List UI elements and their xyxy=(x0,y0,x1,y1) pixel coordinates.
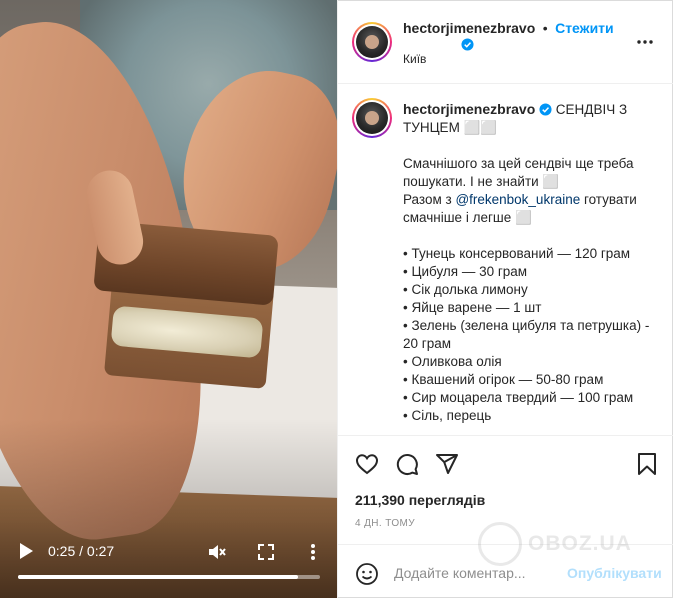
post-comment-button[interactable]: Опублікувати xyxy=(567,565,662,581)
ingredient-item: • Яйце варене — 1 шт xyxy=(403,300,542,315)
avatar[interactable] xyxy=(352,22,392,62)
action-bar xyxy=(338,446,673,482)
video-progress-bar[interactable] xyxy=(18,575,320,579)
ingredient-item: • Тунець консервований — 120 грам xyxy=(403,246,631,261)
ingredient-item: • Сік долька лимону xyxy=(403,282,528,297)
more-horizontal-icon[interactable] xyxy=(636,33,654,51)
watermark-text: OBOZ.UA xyxy=(528,532,632,555)
fullscreen-icon[interactable] xyxy=(256,542,276,562)
video-player[interactable]: 0:25 / 0:27 xyxy=(0,0,337,598)
watermark-logo xyxy=(478,522,522,566)
header-user-line: hectorjimenezbravo • Стежити xyxy=(403,20,614,38)
caption-username[interactable]: hectorjimenezbravo xyxy=(403,101,535,117)
mention-link[interactable]: @frekenbok_ukraine xyxy=(455,192,580,207)
comment-icon[interactable] xyxy=(395,452,419,476)
caption-text: hectorjimenezbravo СЕНДВІЧ З ТУНЦЕМ ⬜⬜ С… xyxy=(403,100,665,425)
share-icon[interactable] xyxy=(435,452,459,476)
mute-icon[interactable] xyxy=(206,542,226,562)
caption-paragraph-1: Смачнішого за цей сендвіч ще треба пошук… xyxy=(403,156,634,189)
ingredient-item: • Зелень (зелена цибуля та петрушка) - 2… xyxy=(403,318,650,351)
caption-area: hectorjimenezbravo СЕНДВІЧ З ТУНЦЕМ ⬜⬜ С… xyxy=(338,84,673,436)
bookmark-icon[interactable] xyxy=(635,452,659,476)
post-header: hectorjimenezbravo • Стежити Київ xyxy=(338,0,673,84)
location-link[interactable]: Київ xyxy=(403,52,426,66)
ingredient-item: • Сіль, перець xyxy=(403,408,492,423)
post-panel: hectorjimenezbravo • Стежити Київ hector… xyxy=(337,0,673,598)
video-shade xyxy=(0,0,337,598)
ingredient-list: • Тунець консервований — 120 грам • Цибу… xyxy=(403,245,665,425)
ingredient-item: • Оливкова олія xyxy=(403,354,502,369)
verified-badge-icon xyxy=(539,103,552,116)
ingredient-item: • Цибуля — 30 грам xyxy=(403,264,528,279)
video-progress-fill xyxy=(18,575,298,579)
caption-paragraph-2: Разом з @frekenbok_ukraine готувати смач… xyxy=(403,191,665,227)
emoji-icon[interactable] xyxy=(355,562,379,586)
separator-dot: • xyxy=(542,20,548,36)
caption-para2-prefix: Разом з xyxy=(403,192,456,207)
ingredient-item: • Квашений огірок — 50-80 грам xyxy=(403,372,604,387)
watermark: OBOZ.UA xyxy=(478,522,632,566)
view-count[interactable]: 211,390 переглядів xyxy=(355,492,485,508)
video-time: 0:25 / 0:27 xyxy=(48,543,115,559)
follow-button[interactable]: Стежити xyxy=(555,20,614,36)
video-controls: 0:25 / 0:27 xyxy=(0,534,337,598)
caption-title-line: hectorjimenezbravo СЕНДВІЧ З ТУНЦЕМ ⬜⬜ xyxy=(403,100,665,137)
heart-icon[interactable] xyxy=(355,452,379,476)
post-timestamp[interactable]: 4 ДН. ТОМУ xyxy=(355,518,415,529)
ingredient-item: • Сир моцарела твердий — 100 грам xyxy=(403,390,634,405)
caption-avatar[interactable] xyxy=(352,98,392,138)
verified-badge-icon xyxy=(461,38,474,51)
more-vertical-icon[interactable] xyxy=(303,542,323,562)
play-icon[interactable] xyxy=(18,542,34,560)
header-username[interactable]: hectorjimenezbravo xyxy=(403,20,535,36)
